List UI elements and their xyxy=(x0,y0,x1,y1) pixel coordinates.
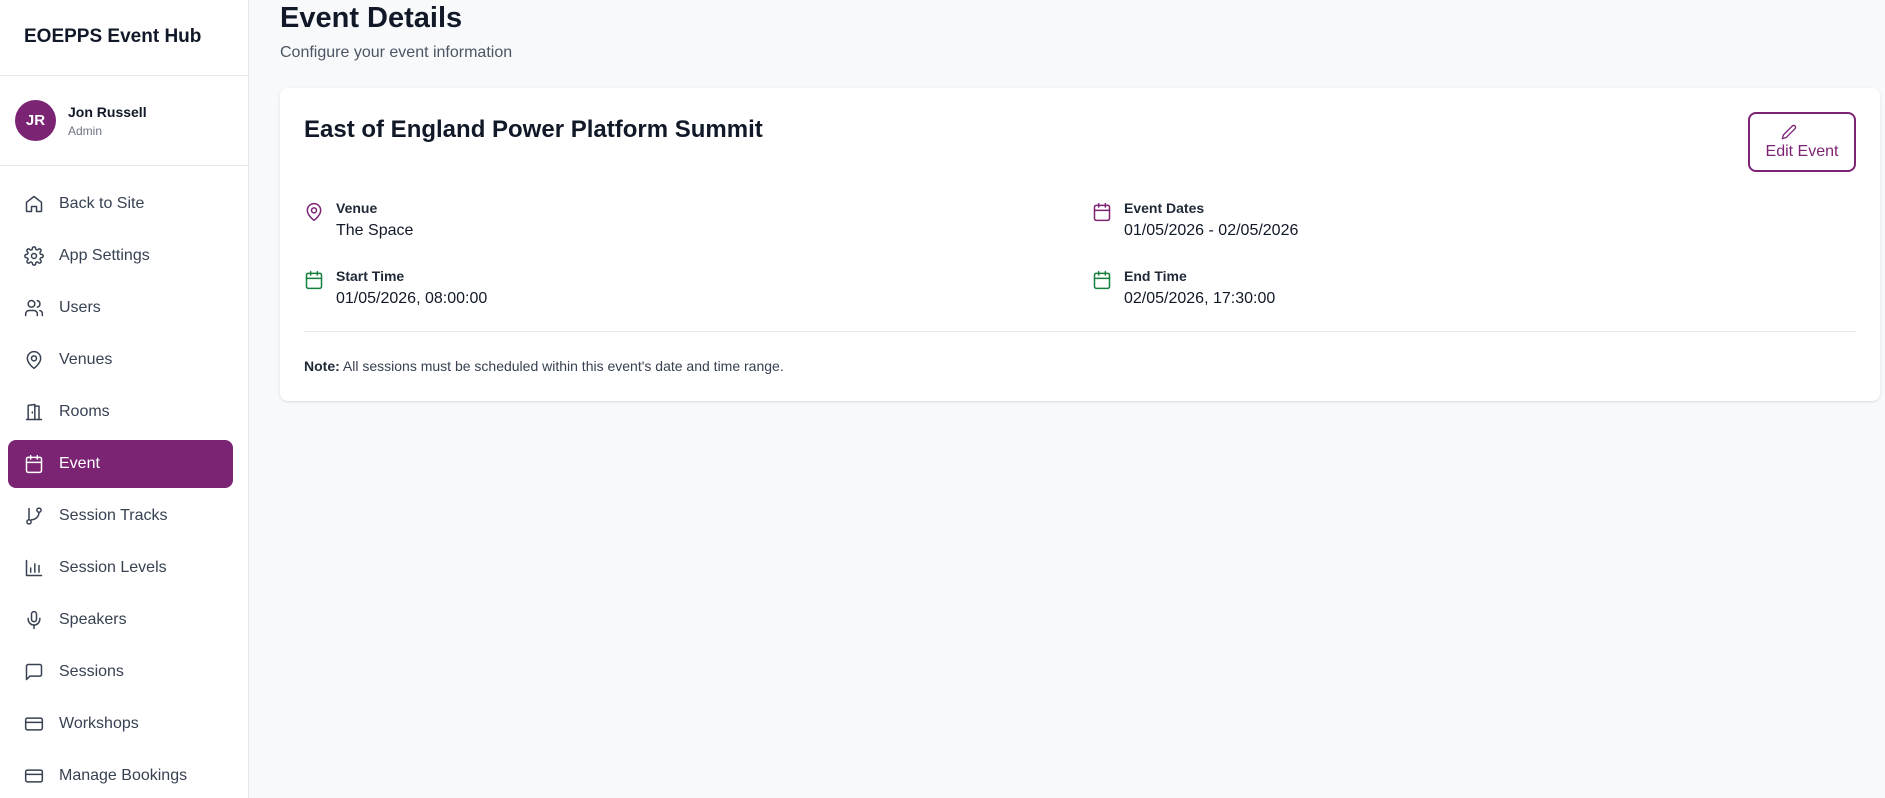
door-icon xyxy=(24,402,44,422)
sidebar-item-users[interactable]: Users xyxy=(8,284,233,332)
map-pin-icon xyxy=(304,202,324,222)
event-details-card: East of England Power Platform Summit Ed… xyxy=(280,88,1880,401)
sidebar-item-label: Session Tracks xyxy=(59,507,168,524)
map-pin-icon xyxy=(24,350,44,370)
venue-detail: Venue The Space xyxy=(304,200,413,240)
end-time-value: 02/05/2026, 17:30:00 xyxy=(1124,290,1276,307)
sidebar-nav: Back to Site App Settings Users Venues R… xyxy=(0,180,249,798)
user-name: Jon Russell xyxy=(68,103,147,120)
calendar-icon xyxy=(1092,270,1112,290)
event-dates-detail: Event Dates 01/05/2026 - 02/05/2026 xyxy=(1092,200,1298,240)
event-dates-label: Event Dates xyxy=(1124,200,1205,216)
scheduling-note: Note: All sessions must be scheduled wit… xyxy=(304,358,784,374)
card-icon xyxy=(24,766,44,786)
sidebar-item-label: Session Levels xyxy=(59,559,167,576)
sidebar-item-label: Venues xyxy=(59,351,113,368)
end-time-detail: End Time 02/05/2026, 17:30:00 xyxy=(1092,268,1275,308)
app-title: EOEPPS Event Hub xyxy=(0,0,248,76)
sidebar-item-label: App Settings xyxy=(59,247,150,264)
sidebar-item-speakers[interactable]: Speakers xyxy=(8,596,233,644)
sidebar-item-label: Workshops xyxy=(59,715,139,732)
calendar-icon xyxy=(1092,202,1112,222)
venue-value: The Space xyxy=(336,222,414,239)
home-icon xyxy=(24,194,44,214)
user-profile: JR Jon Russell Admin xyxy=(0,76,248,166)
calendar-icon xyxy=(24,454,44,474)
sidebar-item-app-settings[interactable]: App Settings xyxy=(8,232,233,280)
sidebar-item-back-to-site[interactable]: Back to Site xyxy=(8,180,233,228)
end-time-label: End Time xyxy=(1124,268,1187,284)
divider xyxy=(304,331,1856,332)
event-dates-value: 01/05/2026 - 02/05/2026 xyxy=(1124,222,1299,239)
gear-icon xyxy=(24,246,44,266)
user-role: Admin xyxy=(68,123,103,138)
sidebar-item-label: Back to Site xyxy=(59,195,145,212)
sidebar-item-label: Sessions xyxy=(59,663,124,680)
sidebar-item-sessions[interactable]: Sessions xyxy=(8,648,233,696)
message-icon xyxy=(24,662,44,682)
sidebar-item-label: Manage Bookings xyxy=(59,767,188,784)
sidebar-item-session-tracks[interactable]: Session Tracks xyxy=(8,492,233,540)
calendar-icon xyxy=(304,270,324,290)
card-icon xyxy=(24,714,44,734)
users-icon xyxy=(24,298,44,318)
sidebar-item-manage-bookings[interactable]: Manage Bookings xyxy=(8,752,233,798)
sidebar-item-workshops[interactable]: Workshops xyxy=(8,700,233,748)
sidebar-item-label: Rooms xyxy=(59,403,110,420)
start-time-value: 01/05/2026, 08:00:00 xyxy=(336,290,488,307)
note-prefix: Note: xyxy=(304,358,340,374)
git-branch-icon xyxy=(24,506,44,526)
start-time-detail: Start Time 01/05/2026, 08:00:00 xyxy=(304,268,487,308)
start-time-label: Start Time xyxy=(336,268,405,284)
edit-event-button[interactable]: Edit Event xyxy=(1748,112,1856,172)
sidebar-item-rooms[interactable]: Rooms xyxy=(8,388,233,436)
venue-label: Venue xyxy=(336,200,378,216)
sidebar-item-session-levels[interactable]: Session Levels xyxy=(8,544,233,592)
sidebar-item-label: Users xyxy=(59,299,101,316)
sidebar: EOEPPS Event Hub JR Jon Russell Admin Ba… xyxy=(0,0,249,798)
sidebar-item-event[interactable]: Event xyxy=(8,440,233,488)
avatar: JR xyxy=(15,100,56,141)
sidebar-item-venues[interactable]: Venues xyxy=(8,336,233,384)
pencil-icon xyxy=(1781,124,1797,140)
page-subtitle: Configure your event information xyxy=(280,44,513,61)
note-text: All sessions must be scheduled within th… xyxy=(342,358,784,374)
sidebar-item-label: Event xyxy=(59,455,100,472)
event-name: East of England Power Platform Summit xyxy=(304,116,763,143)
bar-chart-icon xyxy=(24,558,44,578)
sidebar-item-label: Speakers xyxy=(59,611,127,628)
mic-icon xyxy=(24,610,44,630)
page-title: Event Details xyxy=(280,2,463,34)
edit-event-label: Edit Event xyxy=(1765,142,1839,160)
